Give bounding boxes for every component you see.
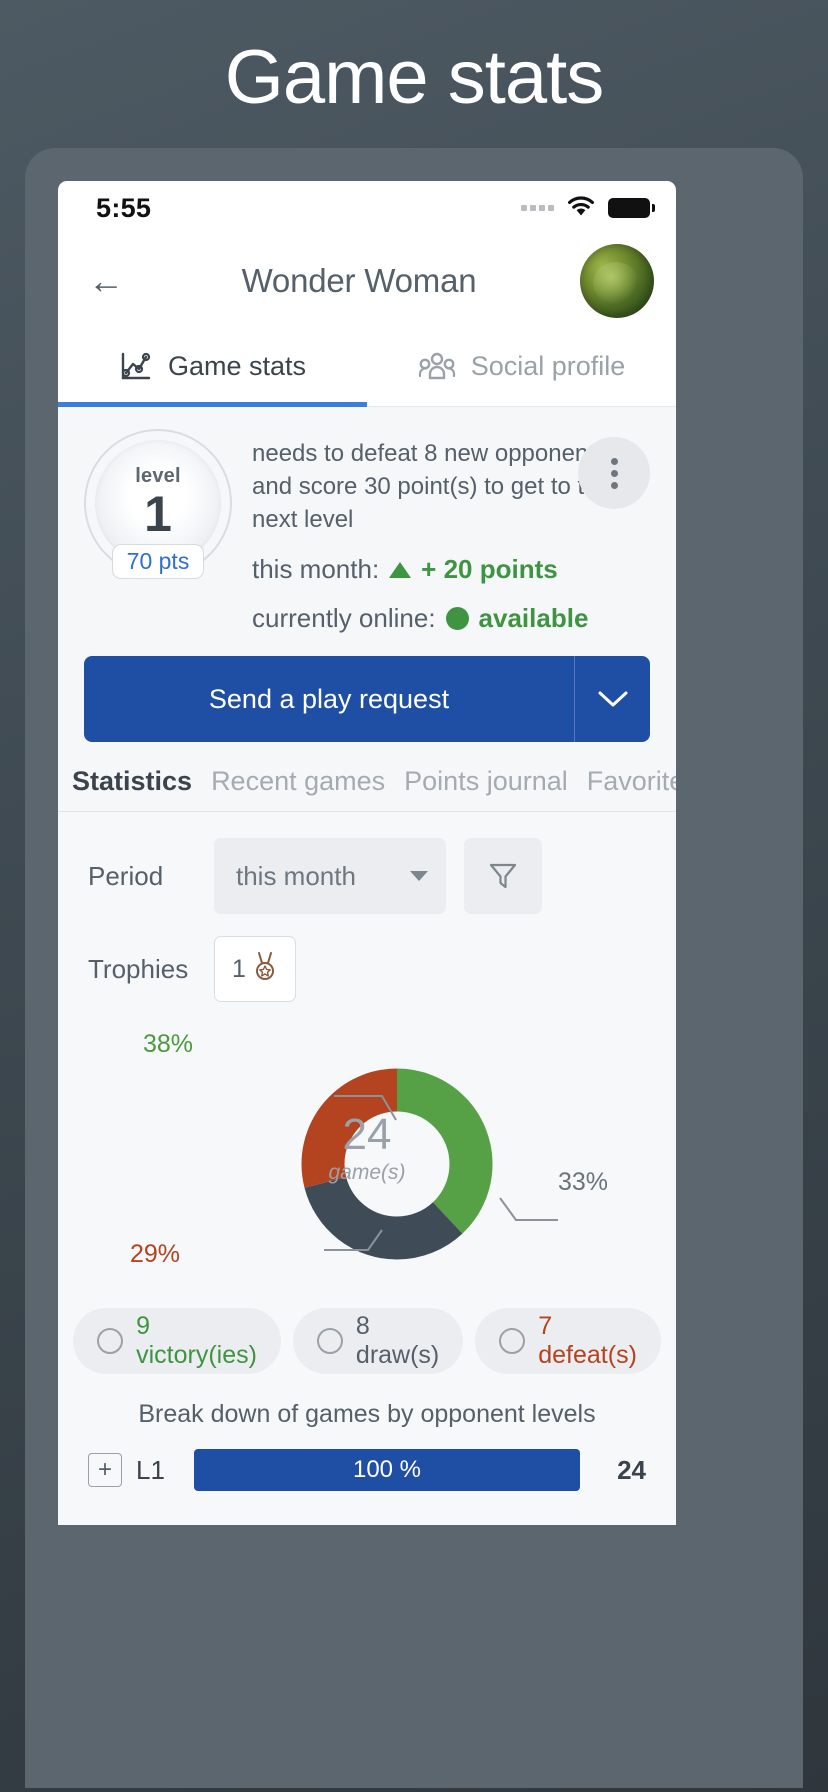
battery-full-icon [608, 198, 655, 218]
avatar[interactable] [580, 244, 654, 318]
cta-row: Send a play request [58, 648, 676, 767]
legend-label-victories: 9 victory(ies) [136, 1312, 257, 1370]
tab-game-stats[interactable]: Game stats [58, 327, 367, 406]
phone-screen: 5:55 ← Wonder Woman Game stats Social pr… [58, 181, 676, 1525]
caret-down-icon [410, 871, 428, 882]
phone-frame: 5:55 ← Wonder Woman Game stats Social pr… [25, 148, 803, 1788]
back-arrow-icon[interactable]: ← [88, 263, 138, 299]
app-header: ← Wonder Woman [58, 235, 676, 327]
tab-game-stats-label: Game stats [167, 351, 307, 381]
trophies-count: 1 [232, 954, 246, 983]
online-value: available [478, 603, 589, 634]
radio-circle-icon [97, 1328, 124, 1355]
plus-box-icon[interactable]: + [88, 1453, 122, 1488]
kebab-menu-icon[interactable] [578, 437, 650, 509]
sub-tab-statistics[interactable]: Statistics [72, 766, 192, 797]
tab-social-profile[interactable]: Social profile [367, 327, 676, 406]
page-heading: Wonder Woman [241, 262, 477, 299]
period-select-value: this month [236, 860, 356, 891]
trophies-label: Trophies [88, 953, 189, 984]
signal-dots-icon [521, 205, 554, 211]
legend-chip-defeats[interactable]: 7 defeat(s) [475, 1308, 661, 1375]
donut-label-defeats: 29% [130, 1240, 181, 1269]
legend-label-draws: 8 draw(s) [355, 1312, 440, 1370]
legend-chip-victories[interactable]: 9 victory(ies) [73, 1308, 281, 1375]
trophies-count-box[interactable]: 1 [214, 936, 296, 1003]
games-donut-chart: 24 game(s) 38% 33% 29% [88, 1024, 646, 1274]
level-points-badge: 70 pts [111, 544, 205, 579]
green-dot-icon [445, 607, 469, 631]
status-bar: 5:55 [58, 181, 676, 235]
line-chart-icon [119, 351, 153, 383]
legend-label-defeats: 7 defeat(s) [538, 1312, 637, 1370]
legend-row: 9 victory(ies) 8 draw(s) 7 defeat(s) [73, 1308, 661, 1375]
donut-svg [301, 1068, 558, 1260]
period-label: Period [88, 860, 164, 891]
donut-label-victories: 38% [143, 1030, 194, 1059]
trophies-row: Trophies 1 [88, 936, 646, 1003]
leader-line-gray [499, 1197, 558, 1222]
month-label: this month: [252, 554, 380, 585]
donut-label-draws: 33% [557, 1168, 608, 1197]
sub-tab-points-journal[interactable]: Points journal [404, 766, 568, 797]
filter-funnel-icon[interactable] [464, 838, 542, 915]
breakdown-bar-fill: 100 % [194, 1449, 580, 1492]
breakdown-count: 24 [617, 1454, 646, 1485]
sub-tab-recent-games[interactable]: Recent games [211, 766, 385, 797]
triangle-up-icon [389, 561, 412, 578]
tab-social-profile-label: Social profile [470, 351, 626, 381]
legend-chip-draws[interactable]: 8 draw(s) [292, 1308, 464, 1375]
radio-circle-icon [316, 1328, 343, 1355]
table-row: + L1 100 % 24 [88, 1449, 646, 1492]
level-number: 1 [144, 486, 172, 543]
month-value: + 20 points [421, 554, 558, 585]
online-status-row: currently online: available [252, 603, 650, 634]
page-title: Game stats [224, 35, 605, 120]
level-word: level [135, 465, 181, 488]
level-badge: level 1 70 pts [84, 429, 232, 579]
wifi-icon [565, 194, 597, 223]
month-points-row: this month: + 20 points [252, 554, 650, 585]
send-play-request-button[interactable]: Send a play request [84, 656, 574, 743]
status-time: 5:55 [96, 192, 152, 223]
level-card: level 1 70 pts needs to defeat 8 new opp… [58, 407, 676, 649]
breakdown-title: Break down of games by opponent levels [138, 1400, 596, 1429]
sub-tab-favorite-games[interactable]: Favorite ga [587, 766, 676, 797]
chevron-down-icon[interactable] [574, 656, 650, 743]
online-label: currently online: [252, 603, 436, 634]
period-filter-row: Period this month [88, 838, 646, 915]
main-tabs: Game stats Social profile [58, 327, 676, 407]
sub-tabs: Statistics Recent games Points journal F… [58, 766, 676, 813]
breakdown-bar-track: 100 % [194, 1449, 580, 1492]
statistics-panel: Period this month Trophies 1 24 game(s) … [58, 812, 676, 1525]
period-select[interactable]: this month [214, 838, 446, 915]
status-indicators [521, 194, 655, 223]
medal-icon [252, 951, 278, 988]
breakdown-level-label: L1 [136, 1454, 165, 1485]
people-group-icon [418, 351, 456, 383]
radio-circle-icon [499, 1328, 526, 1355]
